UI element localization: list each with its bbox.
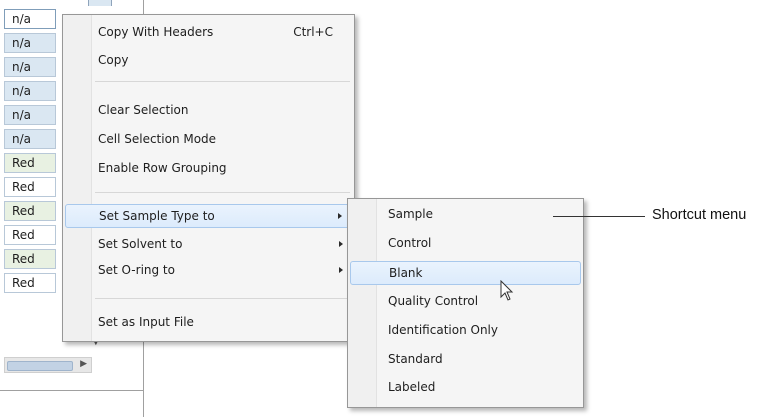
grid-column-header-edge xyxy=(88,0,112,6)
scrollbar-thumb[interactable] xyxy=(7,361,73,371)
grid-cell[interactable]: n/a xyxy=(4,9,56,29)
grid-cell[interactable]: n/a xyxy=(4,105,56,125)
menu-item-label: Labeled xyxy=(388,380,436,394)
menu-item-set-oring[interactable]: Set O-ring to xyxy=(65,259,352,283)
menu-item-copy-with-headers[interactable]: Copy With Headers Ctrl+C xyxy=(65,21,352,45)
menu-item-copy[interactable]: Copy xyxy=(65,49,352,73)
menu-separator xyxy=(95,192,350,193)
grid-divider xyxy=(0,390,143,391)
grid-cell[interactable]: n/a xyxy=(4,129,56,149)
grid-cell[interactable]: Red xyxy=(4,177,56,197)
horizontal-scrollbar[interactable]: ▶ xyxy=(4,357,92,373)
menu-item-label: Set Solvent to xyxy=(98,237,183,251)
menu-item-label: Enable Row Grouping xyxy=(98,161,227,175)
menu-item-enable-row-grouping[interactable]: Enable Row Grouping xyxy=(65,157,352,181)
submenu-arrow-icon xyxy=(339,267,343,273)
callout-label: Shortcut menu xyxy=(652,207,747,223)
scroll-right-arrow-icon[interactable]: ▶ xyxy=(80,359,87,369)
menu-item-label: Quality Control xyxy=(388,294,479,308)
menu-item-label: Identification Only xyxy=(388,323,498,337)
menu-item-label: Cell Selection Mode xyxy=(98,132,217,146)
menu-separator xyxy=(95,81,350,82)
grid-cell[interactable]: n/a xyxy=(4,33,56,53)
submenu-arrow-icon xyxy=(338,213,342,219)
grid-cell[interactable]: Red xyxy=(4,201,56,221)
menu-item-shortcut: Ctrl+C xyxy=(293,25,333,39)
submenu-item-labeled[interactable]: Labeled xyxy=(350,376,581,400)
menu-item-label: Set as Input File xyxy=(98,315,194,329)
menu-separator xyxy=(95,298,350,299)
menu-item-set-as-input-file[interactable]: Set as Input File xyxy=(65,311,352,335)
submenu-item-identification-only[interactable]: Identification Only xyxy=(350,319,581,343)
submenu-arrow-icon xyxy=(339,241,343,247)
grid-cell[interactable]: Red xyxy=(4,273,56,293)
grid-cell[interactable]: Red xyxy=(4,153,56,173)
callout-leader-line xyxy=(553,216,645,217)
menu-item-cell-selection-mode[interactable]: Cell Selection Mode xyxy=(65,128,352,152)
submenu-item-sample[interactable]: Sample xyxy=(350,203,581,227)
grid-cell[interactable]: Red xyxy=(4,225,56,245)
mouse-pointer-icon xyxy=(500,280,514,301)
menu-item-label: Sample xyxy=(388,207,433,221)
grid-cell[interactable]: Red xyxy=(4,249,56,269)
menu-item-label: Standard xyxy=(388,352,443,366)
sample-type-submenu: Sample Control Blank Quality Control Ide… xyxy=(347,198,584,408)
submenu-item-standard[interactable]: Standard xyxy=(350,348,581,372)
grid-cell[interactable]: n/a xyxy=(4,81,56,101)
grid-cell[interactable]: n/a xyxy=(4,57,56,77)
submenu-item-quality-control[interactable]: Quality Control xyxy=(350,290,581,314)
menu-item-label: Copy xyxy=(98,53,129,67)
menu-item-label: Control xyxy=(388,236,432,250)
menu-item-label: Clear Selection xyxy=(98,103,189,117)
menu-item-set-sample-type[interactable]: Set Sample Type to xyxy=(65,204,352,228)
menu-item-label: Set Sample Type to xyxy=(99,209,215,223)
menu-item-label: Set O-ring to xyxy=(98,263,175,277)
menu-item-set-solvent[interactable]: Set Solvent to xyxy=(65,233,352,257)
menu-item-clear-selection[interactable]: Clear Selection xyxy=(65,99,352,123)
menu-item-label: Blank xyxy=(389,266,423,280)
menu-item-label: Copy With Headers xyxy=(98,25,214,39)
context-menu: Copy With Headers Ctrl+C Copy Clear Sele… xyxy=(62,14,355,342)
submenu-item-blank[interactable]: Blank xyxy=(350,261,581,285)
submenu-item-control[interactable]: Control xyxy=(350,232,581,256)
